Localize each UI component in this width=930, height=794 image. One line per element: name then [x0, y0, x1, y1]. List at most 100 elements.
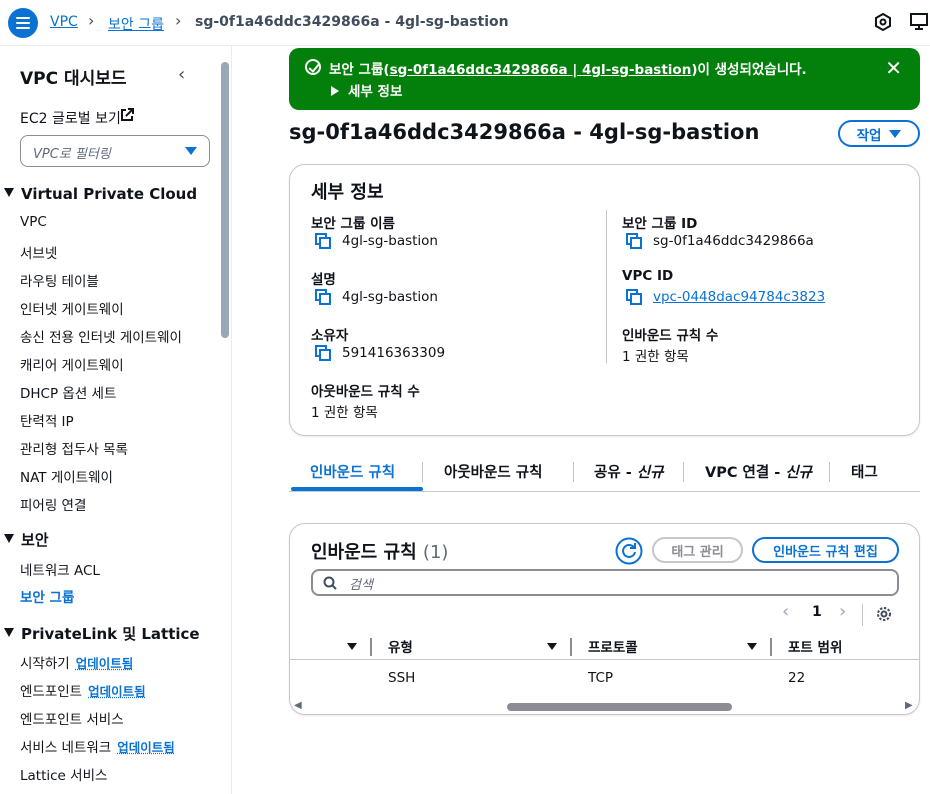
sg-id-label: 보안 그룹 ID — [622, 216, 698, 232]
tab-divider — [573, 462, 574, 482]
breadcrumb-security-groups[interactable]: 보안 그룹 — [108, 14, 164, 34]
column-header-protocol[interactable]: 프로토콜 — [588, 636, 638, 656]
section-virtual-private-cloud[interactable]: Virtual Private Cloud — [4, 185, 197, 203]
side-navigation: VPC 대시보드 ‹ EC2 글로벌 보기 VPC로 필터링 Virtual P… — [0, 46, 232, 794]
rules-search-input[interactable]: 검색 — [311, 569, 899, 596]
gear-icon[interactable] — [876, 606, 892, 622]
copy-icon[interactable] — [315, 289, 331, 305]
sg-name-value: 4gl-sg-bastion — [342, 233, 438, 249]
updated-badge[interactable]: 업데이트됨 — [88, 684, 146, 699]
sidebar-item-endpoint-services[interactable]: 엔드포인트 서비스 — [20, 708, 124, 728]
menu-toggle-button[interactable] — [8, 8, 38, 38]
pager-divider — [862, 604, 863, 626]
tab-outbound-rules[interactable]: 아웃바운드 규칙 — [444, 461, 542, 482]
updated-badge[interactable]: 업데이트됨 — [117, 740, 175, 755]
section-label: 보안 — [21, 531, 49, 549]
copy-icon[interactable] — [315, 345, 331, 361]
tab-vpc-associations[interactable]: VPC 연결 - 신규 — [705, 461, 812, 482]
vpc-filter-select[interactable]: VPC로 필터링 — [20, 135, 210, 167]
sidebar-item-service-networks[interactable]: 서비스 네트워크 업데이트됨 — [20, 736, 175, 756]
sidebar-item-label: 엔드포인트 — [20, 684, 83, 700]
breadcrumb-vpc[interactable]: VPC — [50, 14, 78, 30]
tab-inbound-rules[interactable]: 인바운드 규칙 — [310, 461, 395, 482]
sidebar-item-managed-prefix-lists[interactable]: 관리형 접두사 목록 — [20, 438, 128, 458]
sidebar-item-network-acls[interactable]: 네트워크 ACL — [20, 559, 100, 579]
sidebar-item-vpc[interactable]: VPC — [20, 214, 47, 230]
owner-label: 소유자 — [311, 328, 349, 344]
sidebar-item-route-tables[interactable]: 라우팅 테이블 — [20, 270, 99, 290]
sidebar-item-ec2-global-view[interactable]: EC2 글로벌 보기 — [20, 108, 121, 128]
vpc-filter-placeholder: VPC로 필터링 — [33, 147, 111, 162]
page-number[interactable]: 1 — [812, 604, 822, 620]
section-security[interactable]: 보안 — [4, 529, 49, 550]
refresh-icon[interactable] — [615, 537, 643, 565]
description-value: 4gl-sg-bastion — [342, 289, 438, 305]
tab-divider — [683, 462, 684, 482]
sidebar-item-getting-started[interactable]: 시작하기 업데이트됨 — [20, 652, 133, 672]
edit-inbound-rules-button[interactable]: 인바운드 규칙 편집 — [752, 537, 899, 563]
detail-tabs: 인바운드 규칙 아웃바운드 규칙 공유 - 신규 VPC 연결 - 신규 태그 — [289, 456, 920, 492]
sidebar-item-nat-gateways[interactable]: NAT 게이트웨이 — [20, 466, 113, 486]
sg-name-label: 보안 그룹 이름 — [311, 216, 395, 232]
sidebar-item-subnets[interactable]: 서브넷 — [20, 242, 57, 262]
sidebar-item-carrier-gateways[interactable]: 캐리어 게이트웨이 — [20, 354, 124, 374]
sidebar-title[interactable]: VPC 대시보드 — [20, 64, 127, 89]
column-header-port-range[interactable]: 포트 범위 — [788, 636, 842, 656]
sidebar-scrollbar[interactable] — [221, 62, 229, 338]
column-divider[interactable] — [370, 638, 372, 656]
rule-port-cell: 22 — [788, 670, 806, 686]
sidebar-item-security-groups[interactable]: 보안 그룹 — [20, 586, 74, 606]
preferences-icon[interactable] — [910, 13, 930, 31]
inbound-count-value: 1 권한 항목 — [622, 349, 689, 365]
tab-label: 아웃바운드 규칙 — [444, 465, 543, 481]
header-row-divider — [290, 659, 919, 660]
settings-hex-icon[interactable] — [874, 13, 892, 31]
sidebar-item-lattice-services[interactable]: Lattice 서비스 — [20, 764, 107, 784]
vpc-id-label: VPC ID — [622, 268, 674, 284]
rule-protocol-cell: TCP — [588, 670, 614, 686]
horizontal-scrollbar[interactable] — [507, 703, 732, 711]
sidebar-item-dhcp-option-sets[interactable]: DHCP 옵션 세트 — [20, 382, 116, 402]
scroll-left-icon[interactable]: ◀ — [294, 700, 302, 711]
tab-divider — [422, 462, 423, 482]
next-page-icon[interactable]: › — [839, 601, 846, 622]
sidebar-item-endpoints[interactable]: 엔드포인트 업데이트됨 — [20, 680, 146, 700]
sidebar-item-elastic-ips[interactable]: 탄력적 IP — [20, 410, 74, 430]
inbound-rules-heading: 인바운드 규칙 (1) — [311, 538, 448, 564]
flash-security-group-link[interactable]: sg-0f1a46ddc3429866a | 4gl-sg-bastion — [390, 62, 692, 78]
page-title: sg-0f1a46ddc3429866a - 4gl-sg-bastion — [289, 120, 760, 144]
previous-page-icon[interactable]: ‹ — [782, 601, 789, 622]
chevron-right-icon: › — [175, 11, 182, 30]
sidebar-item-peering-connections[interactable]: 피어링 연결 — [20, 494, 86, 514]
copy-icon[interactable] — [626, 233, 642, 249]
manage-tags-button[interactable]: 태그 관리 — [652, 537, 743, 563]
rule-type-cell: SSH — [388, 670, 416, 686]
owner-value: 591416363309 — [342, 345, 446, 361]
section-privatelink[interactable]: PrivateLink 및 Lattice — [4, 623, 200, 644]
caret-down-icon — [4, 534, 14, 543]
copy-icon[interactable] — [626, 289, 642, 305]
close-icon[interactable]: ✕ — [885, 56, 902, 80]
scroll-right-icon[interactable]: ▶ — [905, 700, 913, 711]
vpc-id-link[interactable]: vpc-0448dac94784c3823 — [653, 289, 825, 305]
updated-badge[interactable]: 업데이트됨 — [76, 656, 134, 671]
active-tab-indicator — [291, 487, 423, 491]
success-flash-banner: 보안 그룹(sg-0f1a46ddc3429866a | 4gl-sg-bast… — [289, 48, 920, 110]
top-navigation-bar: VPC › 보안 그룹 › sg-0f1a46ddc3429866a - 4gl… — [0, 0, 930, 46]
heading-text: 인바운드 규칙 — [311, 542, 417, 563]
sort-caret-icon[interactable] — [547, 643, 557, 650]
tab-sharing[interactable]: 공유 - 신규 — [594, 461, 663, 482]
tab-tags[interactable]: 태그 — [851, 461, 878, 482]
sidebar-item-internet-gateways[interactable]: 인터넷 게이트웨이 — [20, 298, 124, 318]
sidebar-item-egress-only-igw[interactable]: 송신 전용 인터넷 게이트웨이 — [20, 326, 182, 346]
collapse-sidebar-icon[interactable]: ‹ — [178, 64, 185, 85]
description-label: 설명 — [311, 272, 336, 288]
sort-caret-icon[interactable] — [747, 643, 757, 650]
flash-details-toggle[interactable]: 세부 정보 — [331, 80, 402, 100]
sort-caret-icon[interactable] — [347, 643, 357, 650]
actions-dropdown-button[interactable]: 작업 — [838, 120, 920, 147]
copy-icon[interactable] — [315, 233, 331, 249]
column-divider[interactable] — [570, 638, 572, 656]
column-header-type[interactable]: 유형 — [388, 636, 413, 656]
column-divider[interactable] — [770, 638, 772, 656]
